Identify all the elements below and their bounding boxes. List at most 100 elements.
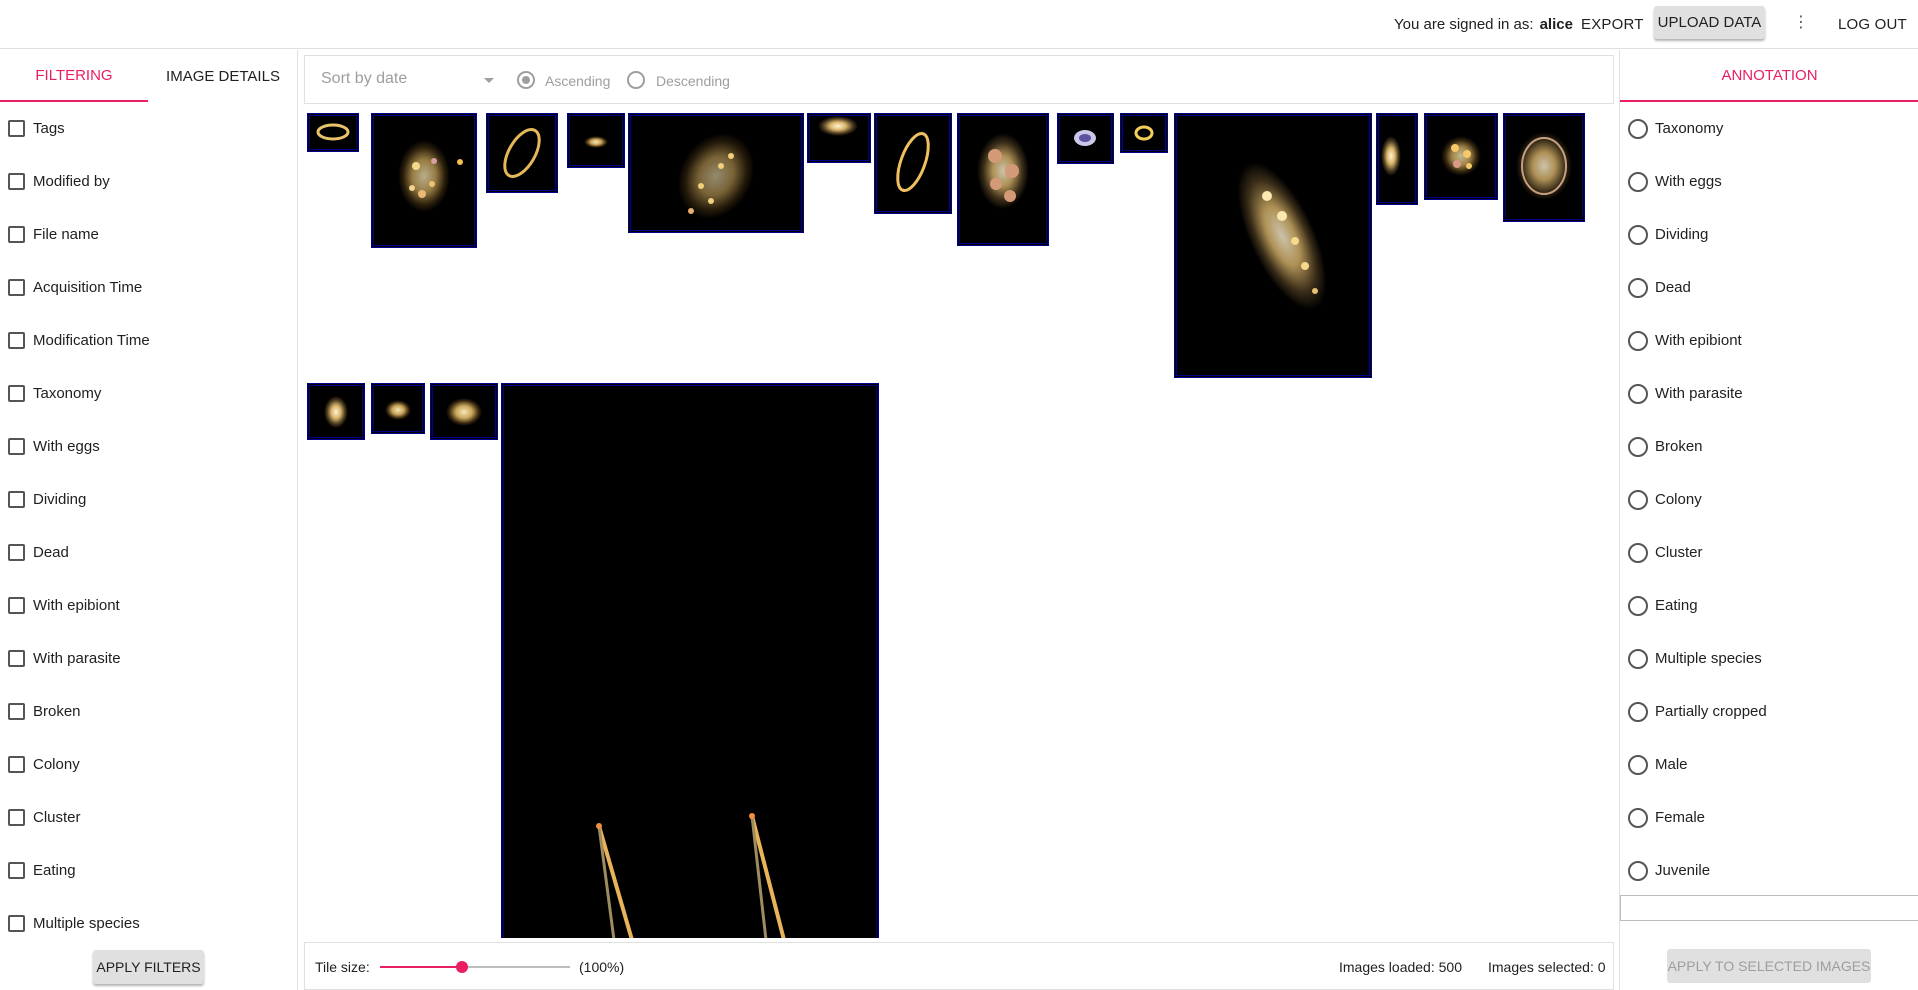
image-tile[interactable] [567, 113, 625, 168]
filter-checkbox[interactable] [8, 173, 25, 190]
annotation-option[interactable]: With epibiont [1620, 314, 1918, 367]
image-tile[interactable] [1174, 113, 1372, 378]
annotation-option[interactable]: Cluster [1620, 526, 1918, 579]
filter-item[interactable]: Cluster [0, 791, 298, 844]
tab-filtering[interactable]: FILTERING [0, 50, 148, 102]
export-button[interactable]: EXPORT [1581, 16, 1644, 33]
image-tile[interactable] [1120, 113, 1168, 153]
filter-checkbox[interactable] [8, 650, 25, 667]
image-tile[interactable] [501, 383, 879, 938]
image-tile[interactable] [1424, 113, 1498, 200]
image-tile[interactable] [1503, 113, 1585, 222]
annotation-radio[interactable] [1628, 542, 1648, 563]
annotation-option[interactable]: With eggs [1620, 155, 1918, 208]
filter-item[interactable]: Tags [0, 102, 298, 155]
annotation-radio[interactable] [1628, 436, 1648, 457]
annotation-radio[interactable] [1628, 277, 1648, 298]
filter-item[interactable]: Dead [0, 526, 298, 579]
slider-thumb[interactable] [455, 961, 468, 973]
logout-button[interactable]: LOG OUT [1838, 16, 1907, 33]
filter-checkbox[interactable] [8, 544, 25, 561]
descending-radio[interactable] [627, 71, 645, 89]
annotation-option[interactable]: With parasite [1620, 367, 1918, 420]
annotation-label: Cluster [1655, 544, 1703, 561]
annotation-option[interactable]: Dividing [1620, 208, 1918, 261]
filter-item[interactable]: File name [0, 208, 298, 261]
upload-data-button[interactable]: UPLOAD DATA [1654, 6, 1765, 39]
image-tile[interactable] [1376, 113, 1418, 205]
filter-item[interactable]: Eating [0, 844, 298, 897]
filter-item[interactable]: Colony [0, 738, 298, 791]
annotation-option[interactable]: Colony [1620, 473, 1918, 526]
annotation-radio[interactable] [1628, 860, 1648, 881]
more-vert-icon[interactable]: ⋮ [1793, 12, 1809, 32]
filter-item[interactable]: With eggs [0, 420, 298, 473]
image-tile[interactable] [1057, 113, 1114, 164]
image-tile[interactable] [371, 113, 477, 248]
annotation-option[interactable]: Juvenile [1620, 844, 1918, 897]
filter-item[interactable]: Acquisition Time [0, 261, 298, 314]
annotation-radio[interactable] [1628, 383, 1648, 404]
image-tile[interactable] [307, 383, 365, 440]
annotation-radio[interactable] [1628, 224, 1648, 245]
filter-checkbox[interactable] [8, 756, 25, 773]
filter-item[interactable]: Modified by [0, 155, 298, 208]
annotation-radio[interactable] [1628, 118, 1648, 139]
tile-size-slider[interactable] [380, 961, 570, 973]
apply-to-selected-button[interactable]: APPLY TO SELECTED IMAGES [1667, 949, 1871, 983]
annotation-radio[interactable] [1628, 648, 1648, 669]
annotation-radio[interactable] [1628, 701, 1648, 722]
tab-image-details[interactable]: IMAGE DETAILS [148, 50, 298, 102]
image-tile[interactable] [874, 113, 952, 214]
filter-item[interactable]: Multiple species [0, 897, 298, 950]
annotation-radio[interactable] [1628, 171, 1648, 192]
image-tile[interactable] [307, 113, 359, 152]
image-tile[interactable] [430, 383, 498, 440]
filter-checkbox[interactable] [8, 279, 25, 296]
annotation-option[interactable]: Male [1620, 738, 1918, 791]
images-loaded-count: Images loaded: 500 [1339, 959, 1462, 975]
annotation-radio[interactable] [1628, 330, 1648, 351]
chevron-down-icon[interactable] [484, 78, 494, 83]
filter-checkbox[interactable] [8, 862, 25, 879]
filter-checkbox[interactable] [8, 703, 25, 720]
sort-select[interactable]: Sort by date [321, 70, 407, 88]
image-tile[interactable] [807, 113, 871, 163]
annotation-option[interactable]: Partially cropped [1620, 685, 1918, 738]
annotation-radio[interactable] [1628, 754, 1648, 775]
annotation-option[interactable]: Multiple species [1620, 632, 1918, 685]
annotation-option[interactable]: Taxonomy [1620, 102, 1918, 155]
filter-checkbox[interactable] [8, 915, 25, 932]
annotation-radio[interactable] [1628, 489, 1648, 510]
filter-item[interactable]: With epibiont [0, 579, 298, 632]
filter-checkbox[interactable] [8, 226, 25, 243]
tab-annotation[interactable]: ANNOTATION [1620, 50, 1918, 102]
filter-item[interactable]: Taxonomy [0, 367, 298, 420]
filter-checkbox[interactable] [8, 120, 25, 137]
image-tile[interactable] [371, 383, 425, 434]
image-tile[interactable] [628, 113, 804, 233]
filter-checkbox[interactable] [8, 332, 25, 349]
filter-checkbox[interactable] [8, 438, 25, 455]
image-tile[interactable] [486, 113, 558, 193]
filter-checkbox[interactable] [8, 809, 25, 826]
filter-item[interactable]: Modification Time [0, 314, 298, 367]
image-tile[interactable] [957, 113, 1049, 246]
annotation-text-input[interactable] [1620, 895, 1918, 921]
filter-item[interactable]: Dividing [0, 473, 298, 526]
filter-checkbox[interactable] [8, 385, 25, 402]
filter-item[interactable]: With parasite [0, 632, 298, 685]
filter-checkbox[interactable] [8, 597, 25, 614]
annotation-radio[interactable] [1628, 807, 1648, 828]
annotation-radio[interactable] [1628, 595, 1648, 616]
annotation-option[interactable]: Broken [1620, 420, 1918, 473]
filter-checkbox[interactable] [8, 491, 25, 508]
filter-label: Modified by [33, 173, 110, 190]
annotation-option[interactable]: Eating [1620, 579, 1918, 632]
apply-filters-button[interactable]: APPLY FILTERS [93, 950, 204, 984]
annotation-option[interactable]: Female [1620, 791, 1918, 844]
annotation-option[interactable]: Dead [1620, 261, 1918, 314]
filter-label: Acquisition Time [33, 279, 143, 296]
ascending-radio[interactable] [517, 71, 535, 89]
filter-item[interactable]: Broken [0, 685, 298, 738]
